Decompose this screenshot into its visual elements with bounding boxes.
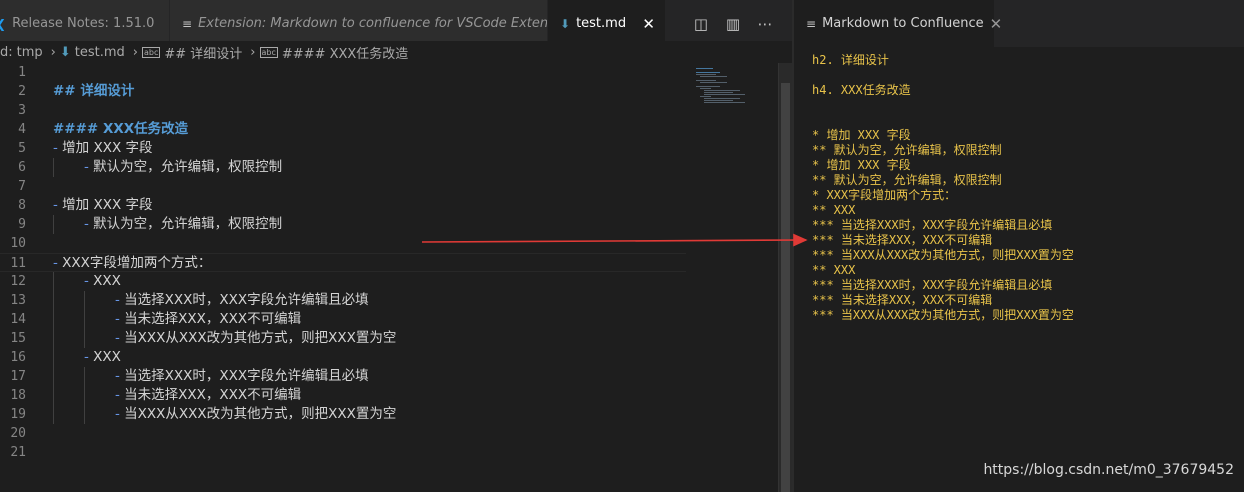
watermark: https://blog.csdn.net/m0_37679452	[983, 462, 1234, 478]
red-arrow-annotation	[421, 233, 808, 247]
